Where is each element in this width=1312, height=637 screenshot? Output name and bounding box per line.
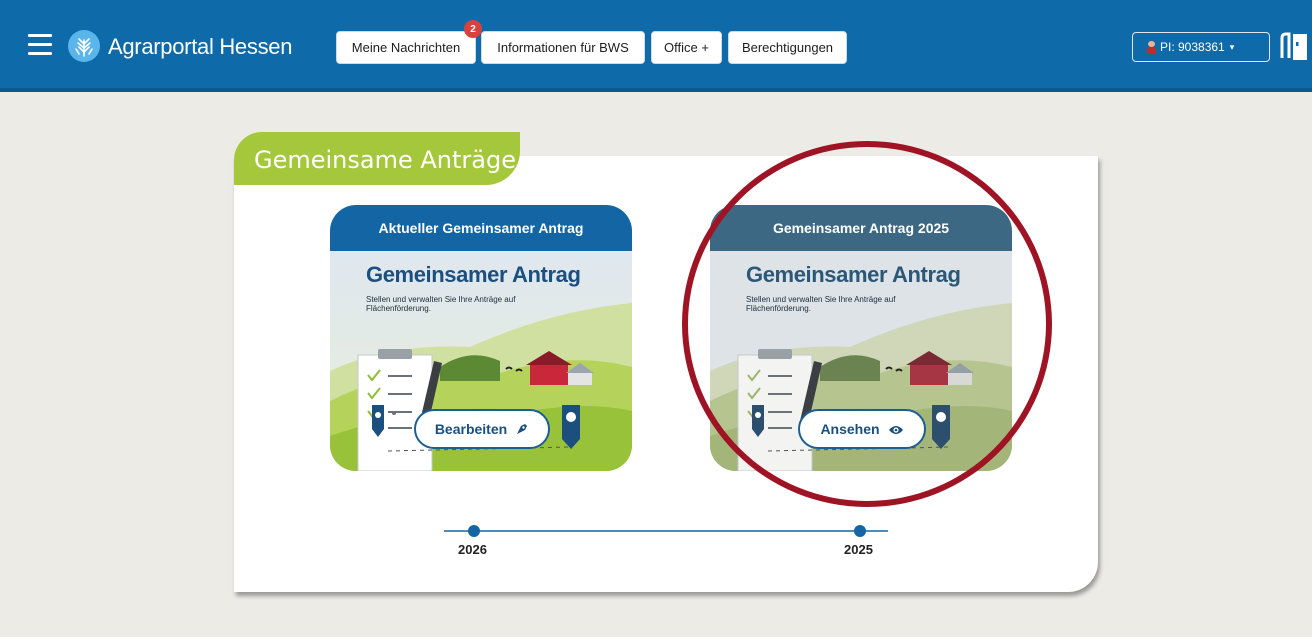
- panel-title: Gemeinsame Anträge: [254, 146, 516, 174]
- timeline-dot-2026[interactable]: [468, 525, 480, 537]
- timeline-year-2026[interactable]: 2026: [458, 542, 487, 557]
- exit-door-icon[interactable]: [1276, 28, 1312, 64]
- card-aktueller-antrag[interactable]: Aktueller Gemeinsamer Antrag Gemeinsamer…: [330, 205, 632, 471]
- ansehen-label: Ansehen: [820, 421, 880, 437]
- hamburger-menu-icon[interactable]: [28, 34, 52, 56]
- card-title: Gemeinsamer Antrag: [746, 262, 961, 287]
- nav-meine-nachrichten-button[interactable]: Meine Nachrichten: [336, 31, 476, 64]
- unread-messages-badge: 2: [464, 20, 482, 38]
- card-header: Aktueller Gemeinsamer Antrag: [330, 205, 632, 251]
- timeline-dot-2025[interactable]: [854, 525, 866, 537]
- bearbeiten-button[interactable]: Bearbeiten: [414, 409, 550, 449]
- portal-title[interactable]: Agrarportal Hessen: [108, 34, 292, 60]
- nav-office-plus-button[interactable]: Office +: [651, 31, 722, 64]
- pen-nib-icon: [515, 422, 529, 436]
- user-account-dropdown[interactable]: PI: 9038361 ▾: [1132, 32, 1270, 62]
- card-subtitle: Stellen und verwalten Sie Ihre Anträge a…: [746, 295, 896, 313]
- card-header: Gemeinsamer Antrag 2025: [710, 205, 1012, 251]
- bearbeiten-label: Bearbeiten: [434, 421, 508, 437]
- user-icon: [1147, 40, 1156, 54]
- user-id-label: PI: 9038361: [1160, 40, 1225, 54]
- card-subtitle: Stellen und verwalten Sie Ihre Anträge a…: [366, 295, 516, 313]
- chevron-down-icon: ▾: [1229, 41, 1235, 52]
- card-antrag-2025[interactable]: Gemeinsamer Antrag 2025 Gemeinsamer Antr…: [710, 205, 1012, 471]
- topbar-bottom-border: [0, 88, 1312, 92]
- eye-icon: [888, 423, 904, 435]
- ansehen-button[interactable]: Ansehen: [798, 409, 926, 449]
- wheat-leaf-logo-icon[interactable]: [68, 30, 100, 62]
- card-title: Gemeinsamer Antrag: [366, 262, 581, 287]
- timeline-year-2025[interactable]: 2025: [844, 542, 873, 557]
- nav-berechtigungen-button[interactable]: Berechtigungen: [728, 31, 847, 64]
- nav-informationen-bws-button[interactable]: Informationen für BWS: [481, 31, 645, 64]
